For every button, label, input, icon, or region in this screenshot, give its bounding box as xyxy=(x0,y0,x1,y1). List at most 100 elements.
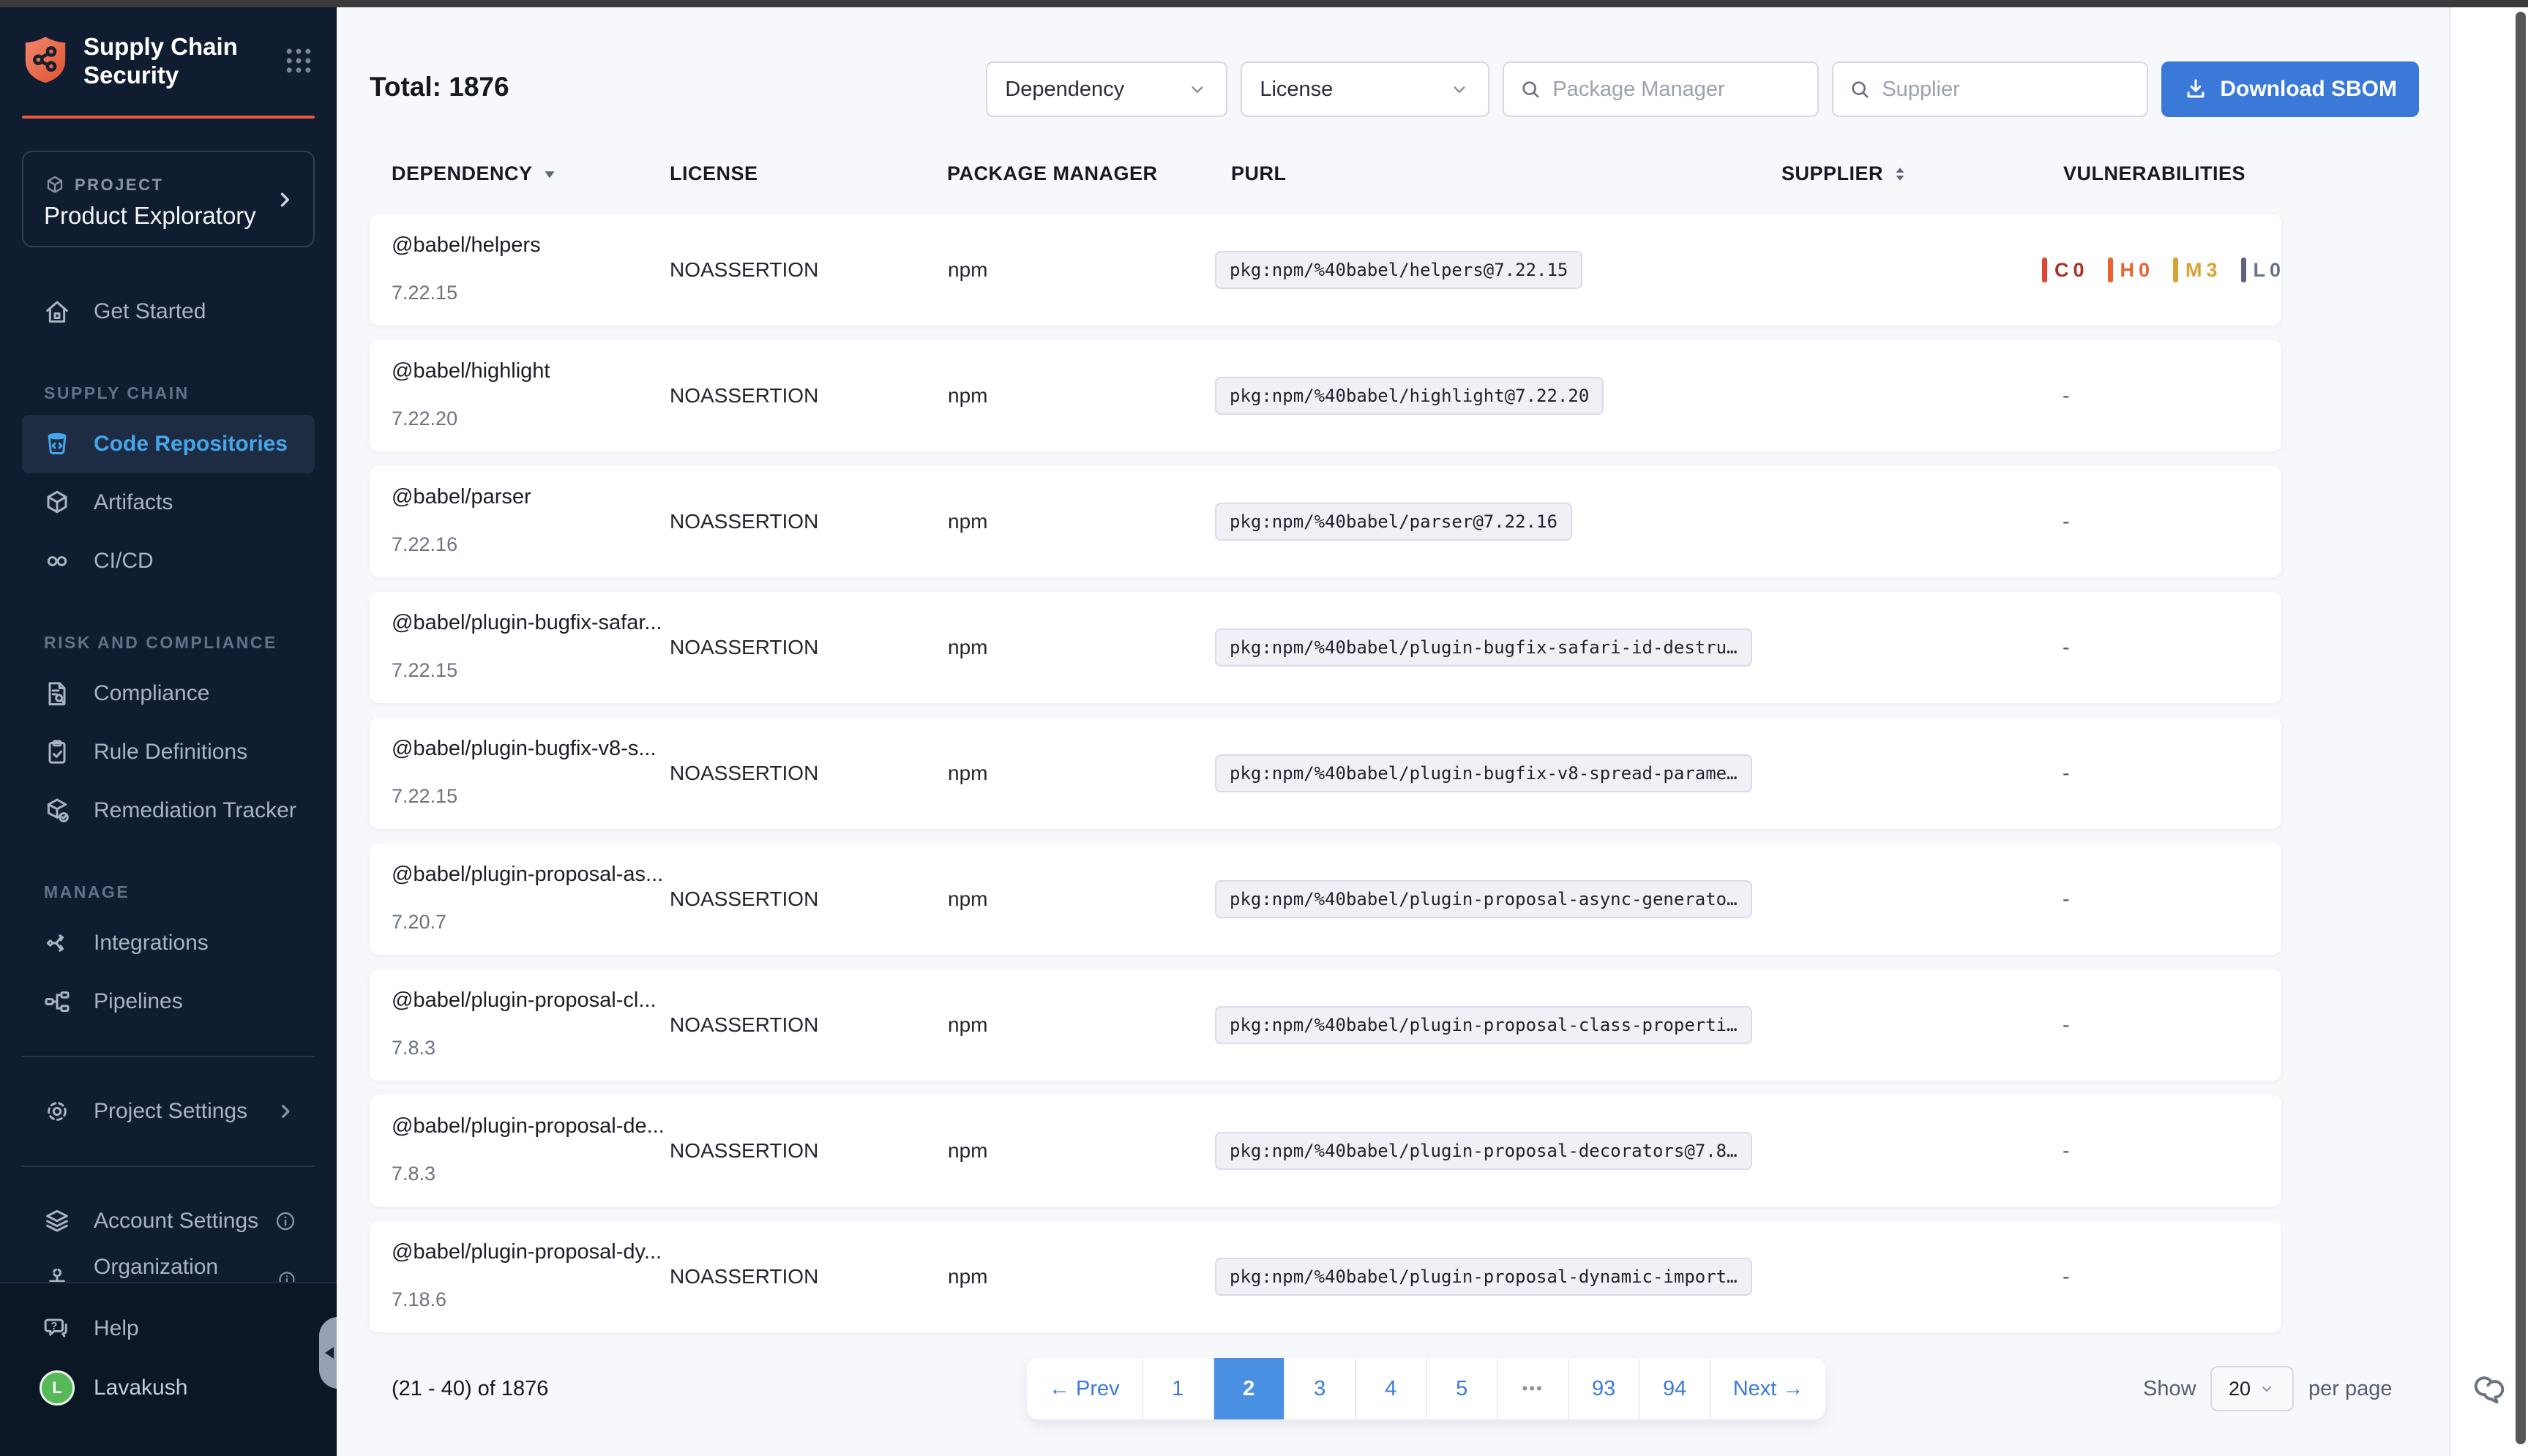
chevron-right-icon xyxy=(274,1100,297,1123)
project-cube-icon xyxy=(44,174,66,196)
purl-value[interactable]: pkg:npm/%40babel/plugin-bugfix-v8-spread… xyxy=(1215,754,1752,792)
table-row[interactable]: @babel/plugin-bugfix-safar...7.22.15NOAS… xyxy=(370,592,2281,703)
page-size-select[interactable]: 20 xyxy=(2210,1366,2294,1411)
dependency-name: @babel/parser xyxy=(392,485,531,509)
col-dependency-label: DEPENDENCY xyxy=(392,162,533,185)
page-button-2[interactable]: 2 xyxy=(1214,1358,1285,1419)
vuln-high-badge: H0 xyxy=(2108,258,2155,282)
gear-icon xyxy=(42,1097,72,1126)
vuln-empty: - xyxy=(2063,636,2070,660)
sidebar-item-artifacts[interactable]: Artifacts xyxy=(22,473,315,532)
purl-value[interactable]: pkg:npm/%40babel/plugin-proposal-async-g… xyxy=(1215,880,1752,918)
dependency-name: @babel/plugin-bugfix-safar... xyxy=(392,611,662,635)
sidebar-user[interactable]: L Lavakush xyxy=(22,1362,315,1414)
col-dependency[interactable]: DEPENDENCY xyxy=(392,162,559,185)
dependency-version: 7.22.16 xyxy=(392,533,457,556)
license-value: NOASSERTION xyxy=(670,214,818,326)
license-filter-label: License xyxy=(1260,78,1333,102)
package-manager-value: npm xyxy=(948,1095,987,1207)
sidebar-item-compliance[interactable]: Compliance xyxy=(22,664,315,723)
page-button-4[interactable]: 4 xyxy=(1356,1358,1427,1419)
dependency-table-body: @babel/helpers7.22.15NOASSERTIONnpmpkg:n… xyxy=(370,214,2281,1347)
page-button-93[interactable]: 93 xyxy=(1569,1358,1640,1419)
table-row[interactable]: @babel/helpers7.22.15NOASSERTIONnpmpkg:n… xyxy=(370,214,2281,326)
table-row[interactable]: @babel/plugin-proposal-dy... 7.18.6 NOASSE… xyxy=(370,1221,2281,1332)
next-page-button[interactable]: Next → xyxy=(1711,1358,1826,1419)
sidebar-item-code-repositories[interactable]: Code Repositories xyxy=(22,415,315,473)
vuln-empty: - xyxy=(2063,1265,2070,1289)
table-row[interactable]: @babel/plugin-proposal-cl...7.8.3NOASSER… xyxy=(370,969,2281,1081)
sidebar-item-rule-definitions[interactable]: Rule Definitions xyxy=(22,723,315,781)
sidebar-item-remediation-tracker[interactable]: Remediation Tracker xyxy=(22,781,315,840)
sidebar-item-help[interactable]: ? Help xyxy=(22,1299,315,1358)
package-manager-input[interactable] xyxy=(1552,78,1803,102)
col-purl: PURL xyxy=(1231,162,1287,185)
dependency-version: 7.22.20 xyxy=(392,408,457,430)
sidebar-item-project-settings[interactable]: Project Settings xyxy=(22,1082,315,1141)
app-title: Supply Chain Security xyxy=(83,32,252,89)
sidebar-item-label: Account Settings xyxy=(94,1209,258,1234)
table-row[interactable]: @babel/highlight7.22.20NOASSERTIONnpmpkg… xyxy=(370,340,2281,451)
package-manager-value: npm xyxy=(948,844,987,955)
logo-row: Supply Chain Security xyxy=(22,32,315,89)
sidebar-collapse-handle[interactable] xyxy=(319,1317,338,1389)
vulnerabilities-cell: - xyxy=(2042,466,2070,577)
sidebar-item-account-settings[interactable]: Account Settings xyxy=(22,1192,315,1250)
purl-value[interactable]: pkg:npm/%40babel/highlight@7.22.20 xyxy=(1215,377,1604,415)
pagination-bar: ← Prev12345•••9394Next → xyxy=(1027,1358,1825,1419)
license-value: NOASSERTION xyxy=(670,969,818,1081)
vulnerabilities-cell: - xyxy=(2042,718,2070,829)
page-button-94[interactable]: 94 xyxy=(1640,1358,1711,1419)
sidebar-item-label: Pipelines xyxy=(94,989,183,1014)
sidebar-item-label: Compliance xyxy=(94,681,209,706)
col-license: LICENSE xyxy=(670,162,758,185)
svg-text:?: ? xyxy=(51,1320,57,1332)
chevron-down-icon xyxy=(1448,78,1470,100)
table-row[interactable]: @babel/parser7.22.16NOASSERTIONnpmpkg:np… xyxy=(370,466,2281,577)
sidebar-item-integrations[interactable]: Integrations xyxy=(22,914,315,972)
page-button-5[interactable]: 5 xyxy=(1427,1358,1498,1419)
vertical-scrollbar[interactable] xyxy=(2516,12,2526,1444)
table-row[interactable]: @babel/plugin-bugfix-v8-s...7.22.15NOASS… xyxy=(370,718,2281,829)
sidebar-item-label: Code Repositories xyxy=(94,432,288,457)
total-count: Total: 1876 xyxy=(370,72,509,102)
dependency-name: @babel/plugin-proposal-dy... xyxy=(392,1240,662,1264)
purl-value[interactable]: pkg:npm/%40babel/plugin-proposal-class-p… xyxy=(1215,1006,1752,1044)
dependency-name: @babel/plugin-proposal-as... xyxy=(392,863,663,887)
table-row[interactable]: @babel/plugin-proposal-as...7.20.7NOASSE… xyxy=(370,844,2281,955)
license-value: NOASSERTION xyxy=(670,1221,818,1332)
supplier-search xyxy=(1832,61,2148,117)
table-row[interactable]: @babel/plugin-proposal-de...7.8.3NOASSER… xyxy=(370,1095,2281,1207)
col-vulnerabilities-label: VULNERABILITIES xyxy=(2063,162,2245,185)
prev-page-button[interactable]: ← Prev xyxy=(1027,1358,1143,1419)
sidebar-item-pipelines[interactable]: Pipelines xyxy=(22,972,315,1031)
dependency-version: 7.18.6 xyxy=(392,1288,446,1311)
purl-value[interactable]: pkg:npm/%40babel/parser@7.22.16 xyxy=(1215,503,1572,541)
sidebar-item-get-started[interactable]: Get Started xyxy=(22,282,315,341)
project-selector[interactable]: PROJECT Product Exploratory xyxy=(22,151,315,247)
col-vulnerabilities: VULNERABILITIES xyxy=(2063,162,2245,185)
vulnerabilities-cell: - xyxy=(2042,340,2070,451)
dependency-filter-dropdown[interactable]: Dependency xyxy=(986,61,1227,117)
vuln-high-count: H0 xyxy=(2120,259,2155,282)
supplier-input[interactable] xyxy=(1882,78,2132,102)
sidebar-settings: Project SettingsAccount SettingsOrganiza… xyxy=(0,1082,337,1309)
vuln-empty: - xyxy=(2063,1139,2070,1163)
feedback-chat-icon[interactable] xyxy=(2467,1370,2508,1411)
vulnerabilities-cell: C0H0M3L0 xyxy=(2042,214,2285,326)
purl-value[interactable]: pkg:npm/%40babel/plugin-bugfix-safari-id… xyxy=(1215,628,1752,667)
sidebar-item-ci-cd[interactable]: CI/CD xyxy=(22,532,315,590)
download-sbom-button[interactable]: Download SBOM xyxy=(2161,61,2419,117)
license-filter-dropdown[interactable]: License xyxy=(1241,61,1489,117)
page-button-1[interactable]: 1 xyxy=(1143,1358,1214,1419)
info-icon xyxy=(274,1209,297,1233)
vulnerabilities-cell: - xyxy=(2042,969,2070,1081)
app-grid-icon[interactable] xyxy=(283,45,315,77)
purl-value[interactable]: pkg:npm/%40babel/plugin-proposal-dynamic… xyxy=(1215,1258,1752,1296)
page-button-3[interactable]: 3 xyxy=(1285,1358,1356,1419)
brand-divider xyxy=(22,116,315,119)
purl-value[interactable]: pkg:npm/%40babel/helpers@7.22.15 xyxy=(1215,251,1582,289)
sort-descending-icon xyxy=(540,165,559,184)
col-supplier[interactable]: SUPPLIER xyxy=(1781,162,1910,185)
purl-value[interactable]: pkg:npm/%40babel/plugin-proposal-decorat… xyxy=(1215,1132,1752,1170)
